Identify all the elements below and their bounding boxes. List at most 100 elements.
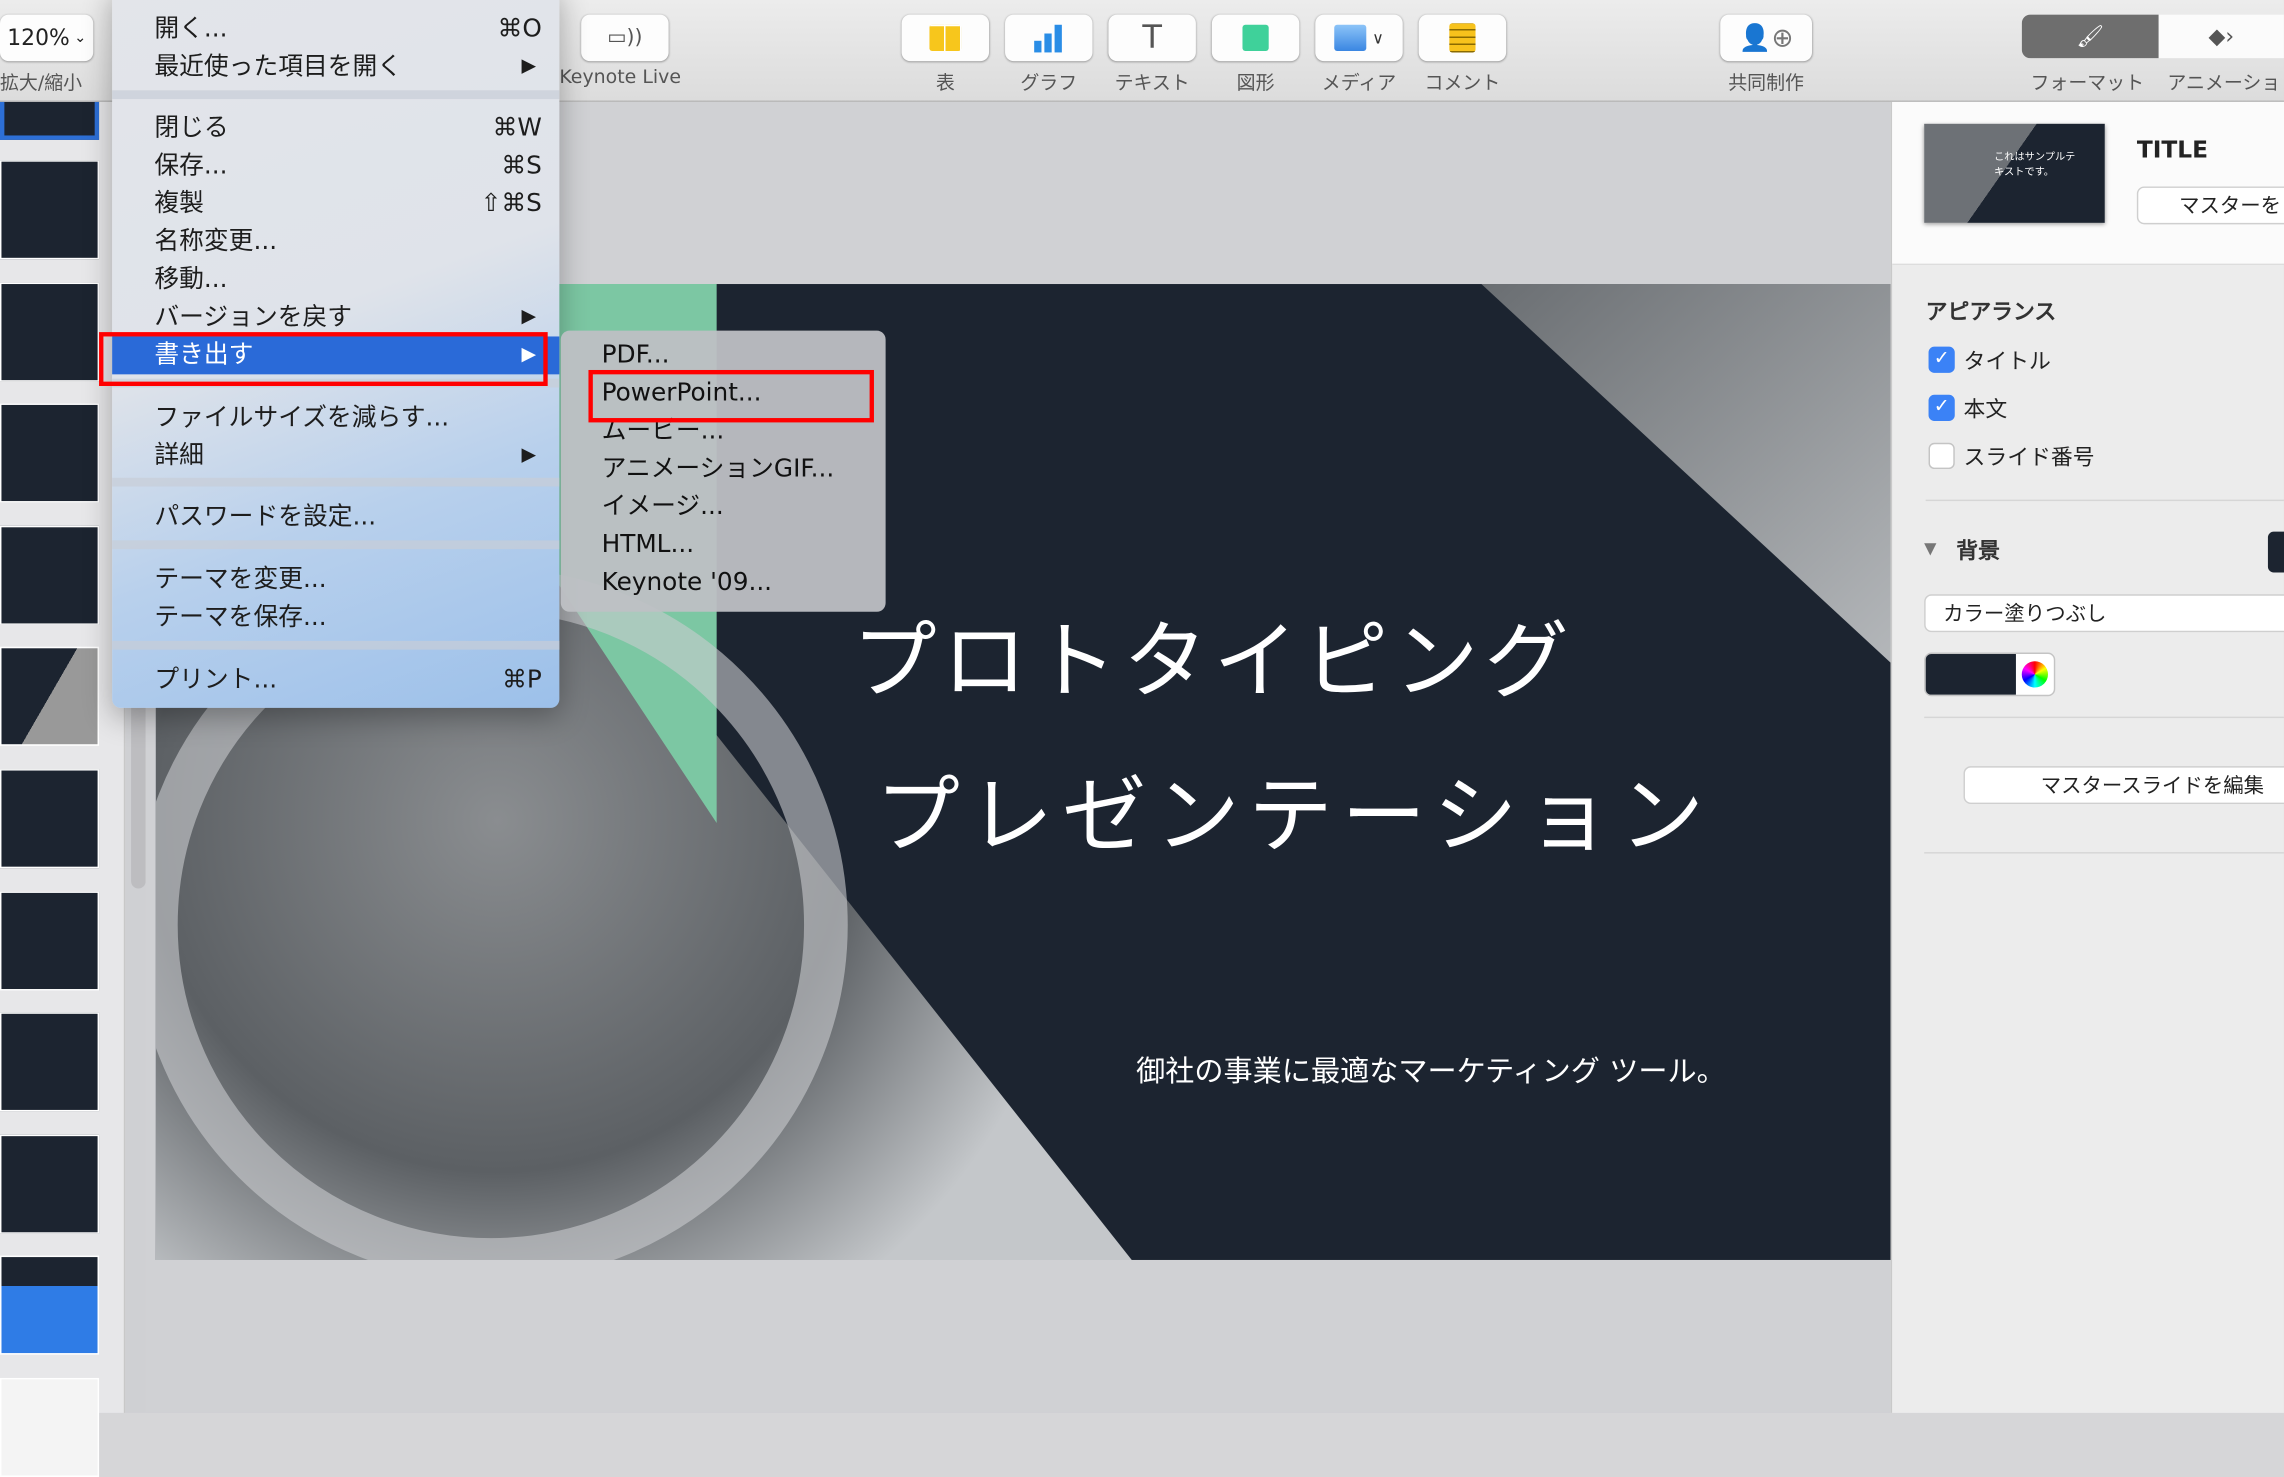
shape-button[interactable] [1211, 14, 1300, 62]
fill-type-value: カラー塗りつぶし [1943, 603, 2107, 627]
menu-separator [112, 540, 560, 550]
media-label: メディア [1321, 72, 1397, 95]
slide-thumbnail-12[interactable] [0, 1377, 100, 1477]
menu-item-open[interactable]: 開く... ⌘O [112, 10, 559, 48]
edit-master-label: マスタースライドを編集 [2040, 774, 2265, 799]
chevron-down-icon: ⌄ [74, 29, 87, 46]
menu-item-advanced[interactable]: 詳細 ▶ [112, 437, 559, 475]
export-animated-gif[interactable]: アニメーションGIF... [602, 450, 835, 488]
menu-item-label: テーマを変更... [154, 565, 327, 595]
slide-thumbnail-9[interactable] [0, 1012, 100, 1112]
chart-label: グラフ [1020, 72, 1078, 95]
keynote-live-button[interactable]: ▭)) [581, 14, 669, 62]
slide-thumbnail-11[interactable] [0, 1255, 100, 1355]
collaborate-label: 共同制作 [1728, 72, 1804, 95]
menu-item-open-recent[interactable]: 最近使った項目を開く ▶ [112, 48, 559, 86]
table-icon [929, 24, 962, 51]
master-name: TITLE [2136, 135, 2209, 164]
slide-thumbnail-7[interactable] [0, 769, 100, 869]
fill-color-swatch[interactable] [1925, 654, 2016, 695]
export-images[interactable]: イメージ... [602, 488, 724, 526]
keynote-live-icon: ▭)) [607, 26, 643, 50]
menu-item-label: テーマを保存... [154, 603, 327, 633]
keynote-live-label: Keynote Live [559, 67, 682, 89]
menu-item-revert[interactable]: バージョンを戻す ▶ [112, 299, 559, 337]
chart-icon [1034, 24, 1062, 53]
text-button[interactable]: T [1108, 14, 1196, 62]
master-thumbnail[interactable]: これはサンプルテキストです。 [1924, 123, 2105, 223]
inspector-tabs: 🖌 ◆› [2021, 14, 2284, 59]
shape-icon [1242, 24, 1269, 51]
slide-thumbnail-5[interactable] [0, 525, 100, 625]
menu-item-label: 開く... [154, 14, 228, 44]
shape-label: 図形 [1236, 72, 1275, 95]
fill-type-select[interactable]: カラー塗りつぶし [1924, 594, 2284, 633]
slide-thumbnail-10[interactable] [0, 1134, 100, 1234]
fill-color-control[interactable] [1924, 652, 2056, 697]
menu-item-set-password[interactable]: パスワードを設定... [112, 498, 559, 536]
text-label: テキスト [1114, 72, 1190, 95]
disclosure-triangle-icon[interactable]: ▼ [1924, 539, 1936, 558]
export-keynote-09[interactable]: Keynote '09... [602, 564, 772, 602]
collaborate-button[interactable]: 👤⊕ [1720, 14, 1813, 62]
comment-label: コメント [1424, 72, 1501, 95]
media-button[interactable]: ∨ [1315, 14, 1403, 62]
slide-thumbnail-8[interactable] [0, 891, 100, 991]
chart-button[interactable] [1005, 14, 1093, 62]
edit-master-slide-button[interactable]: マスタースライドを編集 [1963, 766, 2284, 805]
body-checkbox-label: 本文 [1963, 396, 2008, 423]
background-color-well[interactable] [2267, 531, 2284, 573]
menu-item-label: ファイルサイズを減らす... [154, 403, 450, 433]
menu-item-label: 保存... [154, 151, 228, 181]
shortcut: ⌘P [502, 665, 542, 695]
slide-thumbnail-4[interactable] [0, 403, 100, 503]
comment-button[interactable] [1418, 14, 1507, 62]
menu-separator [112, 90, 560, 100]
menu-item-label: プリント... [154, 665, 278, 695]
menu-item-label: 詳細 [154, 441, 204, 471]
checkmark-icon: ✓ [1933, 348, 1950, 370]
menu-item-label: パスワードを設定... [154, 502, 377, 532]
slide-thumbnail-3[interactable] [0, 282, 100, 382]
menu-item-reduce-file-size[interactable]: ファイルサイズを減らす... [112, 399, 559, 437]
collaborate-icon: 👤⊕ [1738, 22, 1794, 54]
slide-number-checkbox[interactable] [1928, 442, 1955, 470]
change-master-button[interactable]: マスターを [2136, 186, 2284, 225]
zoom-select[interactable]: 120% ⌄ [0, 14, 94, 62]
background-heading: 背景 [1956, 537, 2000, 564]
menu-item-print[interactable]: プリント... ⌘P [112, 661, 559, 699]
format-tab[interactable]: 🖌 [2021, 14, 2159, 59]
table-button[interactable] [901, 14, 990, 62]
menu-item-save[interactable]: 保存... ⌘S [112, 147, 559, 185]
animate-diamond-icon: ◆› [2208, 23, 2235, 50]
menu-item-save-theme[interactable]: テーマを保存... [112, 599, 559, 637]
title-checkbox[interactable]: ✓ [1928, 346, 1955, 373]
export-pdf[interactable]: PDF... [602, 336, 670, 374]
slide-title-line1: プロトタイピング [852, 611, 1575, 711]
menu-separator [112, 477, 560, 487]
animate-tab[interactable]: ◆› [2158, 14, 2284, 59]
menu-item-label: 名称変更... [154, 227, 278, 257]
slide-number-checkbox-label: スライド番号 [1963, 444, 2095, 471]
slide-thumbnail-6[interactable] [0, 646, 100, 746]
body-checkbox[interactable]: ✓ [1928, 394, 1955, 421]
master-thumbnail-text: これはサンプルテキストです。 [1994, 151, 2076, 178]
change-master-label: マスターを [2179, 195, 2282, 219]
powerpoint-highlight-box [588, 369, 874, 423]
slide-subtitle: 御社の事業に最適なマーケティング ツール。 [1136, 1053, 1726, 1089]
slide-thumbnail-2[interactable] [0, 160, 100, 260]
format-label: フォーマット [2030, 72, 2145, 95]
color-wheel-icon[interactable] [2016, 654, 2054, 695]
submenu-arrow-icon: ▶ [521, 305, 537, 328]
slide-thumbnail-1[interactable] [0, 101, 100, 140]
divider [1924, 852, 2284, 854]
submenu-arrow-icon: ▶ [521, 55, 537, 78]
menu-item-label: 閉じる [154, 113, 229, 143]
menu-item-move[interactable]: 移動... [112, 261, 559, 299]
menu-item-change-theme[interactable]: テーマを変更... [112, 561, 559, 599]
menu-item-duplicate[interactable]: 複製 ⇧⌘S [112, 185, 559, 223]
divider [1924, 716, 2284, 719]
menu-item-rename[interactable]: 名称変更... [112, 223, 559, 261]
export-html[interactable]: HTML... [602, 526, 695, 564]
menu-item-close[interactable]: 閉じる ⌘W [112, 109, 559, 147]
